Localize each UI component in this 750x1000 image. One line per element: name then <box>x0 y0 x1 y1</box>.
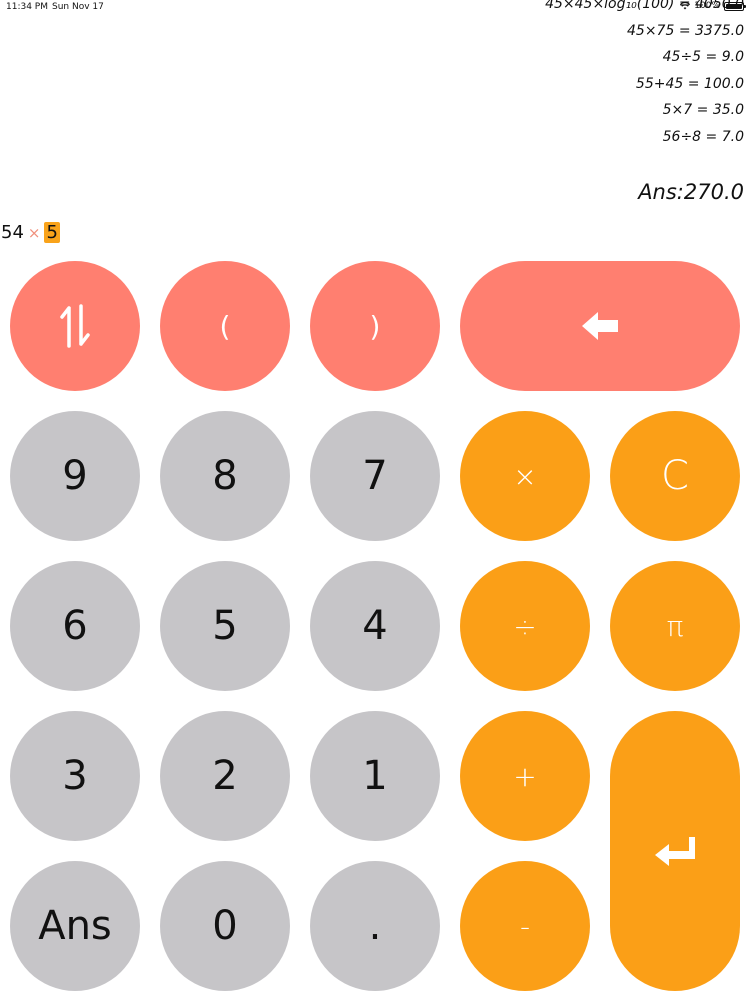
divide-button[interactable]: ÷ <box>460 561 590 691</box>
swap-arrows-icon <box>60 304 90 348</box>
open-paren-button[interactable]: ( <box>160 261 290 391</box>
digit-7-button[interactable]: 7 <box>310 411 440 541</box>
digit-2-button[interactable]: 2 <box>160 711 290 841</box>
calculation-history[interactable]: 45×45×log₁₀(100) = 4050.0 45×75 = 3375.0… <box>545 0 744 151</box>
digit-5-button[interactable]: 5 <box>160 561 290 691</box>
decimal-point-button[interactable]: . <box>310 861 440 991</box>
subtract-button[interactable]: - <box>460 861 590 991</box>
history-item[interactable]: 56÷8 = 7.0 <box>545 124 744 151</box>
swap-button[interactable] <box>10 261 140 391</box>
multiply-button[interactable]: × <box>460 411 590 541</box>
digit-8-button[interactable]: 8 <box>160 411 290 541</box>
history-item[interactable]: 45×45×log₁₀(100) = 4050.0 <box>545 0 744 18</box>
expression-current-token: 5 <box>44 222 60 243</box>
pi-button[interactable]: π <box>610 561 740 691</box>
expression-operator: × <box>27 223 41 242</box>
expression-input[interactable]: 54 × 5 <box>1 222 60 243</box>
history-item[interactable]: 45÷5 = 9.0 <box>545 44 744 71</box>
digit-3-button[interactable]: 3 <box>10 711 140 841</box>
backspace-button[interactable] <box>460 261 740 391</box>
status-date: Sun Nov 17 <box>52 2 104 12</box>
backspace-arrow-icon <box>582 312 618 340</box>
digit-6-button[interactable]: 6 <box>10 561 140 691</box>
close-paren-button[interactable]: ) <box>310 261 440 391</box>
add-button[interactable]: + <box>460 711 590 841</box>
enter-button[interactable] <box>610 711 740 991</box>
expression-left-operand: 54 <box>1 222 24 243</box>
history-item[interactable]: 45×75 = 3375.0 <box>545 18 744 45</box>
answer-display: Ans:270.0 <box>638 180 744 204</box>
digit-9-button[interactable]: 9 <box>10 411 140 541</box>
status-time: 11:34 PM <box>6 2 48 12</box>
digit-0-button[interactable]: 0 <box>160 861 290 991</box>
clear-button[interactable]: C <box>610 411 740 541</box>
history-item[interactable]: 5×7 = 35.0 <box>545 97 744 124</box>
history-item[interactable]: 55+45 = 100.0 <box>545 71 744 98</box>
digit-4-button[interactable]: 4 <box>310 561 440 691</box>
digit-1-button[interactable]: 1 <box>310 711 440 841</box>
return-arrow-icon <box>655 837 695 866</box>
ans-button[interactable]: Ans <box>10 861 140 991</box>
